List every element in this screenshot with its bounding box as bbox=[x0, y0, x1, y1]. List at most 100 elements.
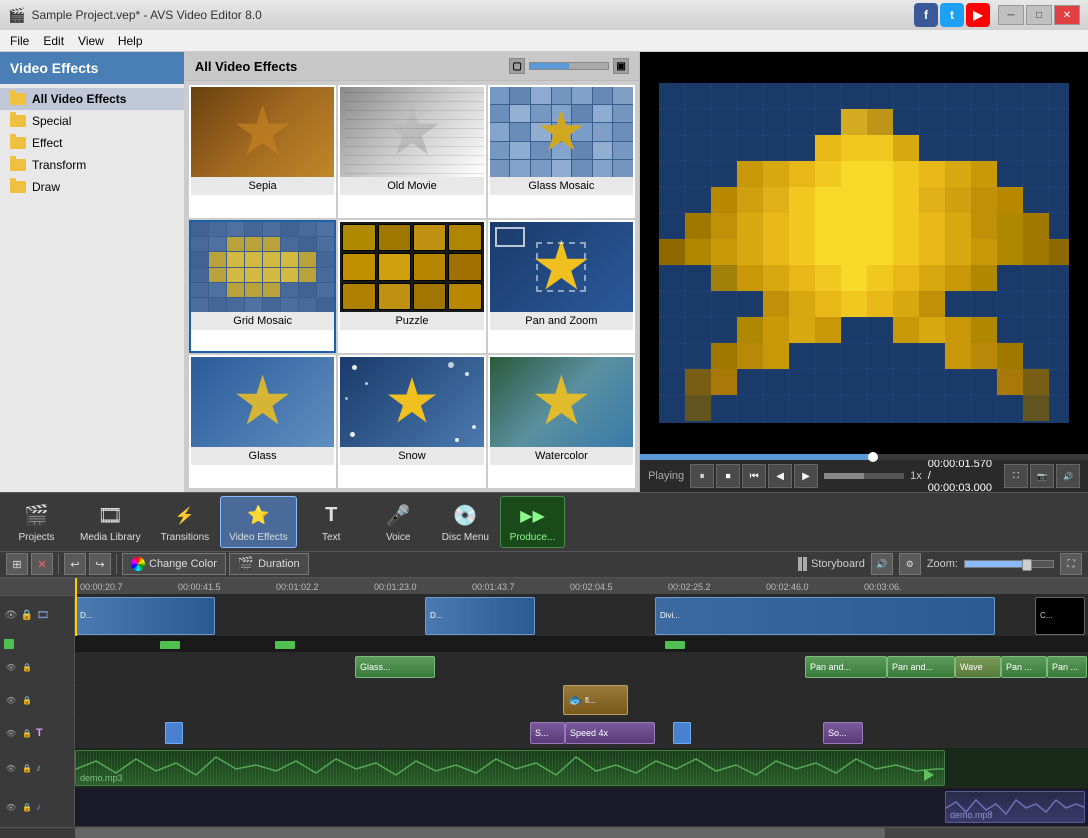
track-lock-btn[interactable]: 🔒 bbox=[20, 609, 34, 623]
tool-voice[interactable]: 🎤 Voice bbox=[366, 496, 431, 548]
playhead[interactable] bbox=[868, 452, 878, 462]
video-clip-2[interactable]: D... bbox=[425, 597, 535, 635]
zoom-small-btn[interactable]: ▢ bbox=[509, 58, 525, 74]
text-lock-btn[interactable]: 🔒 bbox=[20, 726, 34, 740]
volume-btn[interactable]: 🔊 bbox=[1056, 464, 1080, 488]
playback-step-back-btn[interactable]: ◀ bbox=[768, 464, 792, 488]
tool-projects-label: Projects bbox=[18, 532, 54, 543]
video-clip-4[interactable]: C... bbox=[1035, 597, 1085, 635]
time-display: 00:00:01.570 / 00:00:03.000 bbox=[928, 458, 992, 494]
audio-waveform-1[interactable]: demo.mp3 bbox=[75, 750, 945, 786]
video-track-content: D... D... Divi... C... bbox=[75, 594, 1088, 638]
audio-track-2: 👁 🔒 ♪ demo.mp8 bbox=[0, 789, 1088, 827]
timeline-scrollbar[interactable] bbox=[0, 827, 1088, 838]
effect-old-movie[interactable]: Old Movie bbox=[338, 85, 485, 218]
fullscreen-btn[interactable]: ⛶ bbox=[1004, 464, 1028, 488]
playback-prev-btn[interactable]: ⏮ bbox=[742, 464, 766, 488]
text-clip-s[interactable]: S... bbox=[530, 722, 565, 744]
effect-clip-pan4[interactable]: Pan ... bbox=[1047, 656, 1087, 678]
twitter-btn[interactable]: t bbox=[940, 3, 964, 27]
image-lock-btn[interactable]: 🔒 bbox=[20, 693, 34, 707]
tl-grid-btn[interactable]: ⊞ bbox=[6, 553, 28, 575]
sidebar-item-transform[interactable]: Transform bbox=[0, 154, 184, 176]
audio2-eye-btn[interactable]: 👁 bbox=[4, 800, 18, 814]
tl-sep-1 bbox=[58, 554, 59, 574]
playback-pause-btn[interactable]: ⏸ bbox=[690, 464, 714, 488]
effect-glass-mosaic[interactable]: Glass Mosaic bbox=[488, 85, 635, 218]
audio1-lock-btn[interactable]: 🔒 bbox=[20, 761, 34, 775]
sidebar-item-draw[interactable]: Draw bbox=[0, 176, 184, 198]
playback-stop-btn[interactable]: ⏹ bbox=[716, 464, 740, 488]
tool-text[interactable]: T Text bbox=[299, 496, 364, 548]
green-bar-2 bbox=[275, 641, 295, 649]
effect-watercolor[interactable]: Watercolor bbox=[488, 355, 635, 488]
video-clip-3[interactable]: Divi... bbox=[655, 597, 995, 635]
text-clip-speed[interactable]: Speed 4x bbox=[565, 722, 655, 744]
change-color-btn[interactable]: Change Color bbox=[122, 553, 226, 575]
zoom-slider[interactable] bbox=[964, 560, 1054, 568]
track-film-btn[interactable]: 🎞 bbox=[36, 609, 50, 623]
effect-clip-pan3[interactable]: Pan ... bbox=[1001, 656, 1047, 678]
text-eye-btn[interactable]: 👁 bbox=[4, 726, 18, 740]
youtube-btn[interactable]: ▶ bbox=[966, 3, 990, 27]
menu-view[interactable]: View bbox=[72, 32, 110, 50]
playback-step-fwd-btn[interactable]: ▶ bbox=[794, 464, 818, 488]
sidebar-item-effect[interactable]: Effect bbox=[0, 132, 184, 154]
image-clip-fish[interactable]: 🐟 fi... bbox=[563, 685, 628, 715]
minimize-btn[interactable]: ─ bbox=[998, 5, 1024, 25]
tool-disc-menu[interactable]: 💿 Disc Menu bbox=[433, 496, 498, 548]
audio1-eye-btn[interactable]: 👁 bbox=[4, 761, 18, 775]
expand-timeline-btn[interactable]: ⛶ bbox=[1060, 553, 1082, 575]
duration-btn[interactable]: 🎬 Duration bbox=[229, 553, 309, 575]
progress-bar-track[interactable] bbox=[640, 454, 1088, 460]
effect-clip-glass[interactable]: Glass... bbox=[355, 656, 435, 678]
tl-settings-btn[interactable]: ⚙ bbox=[899, 553, 921, 575]
menu-help[interactable]: Help bbox=[112, 32, 149, 50]
tl-redo-btn[interactable]: ↪ bbox=[89, 553, 111, 575]
menu-edit[interactable]: Edit bbox=[37, 32, 70, 50]
effect-snow[interactable]: Snow bbox=[338, 355, 485, 488]
effect-grid-mosaic[interactable]: Grid Mosaic bbox=[189, 220, 336, 353]
effect-sepia[interactable]: Sepia bbox=[189, 85, 336, 218]
text-clip-so[interactable]: So... bbox=[823, 722, 863, 744]
tool-media-library[interactable]: 🎞 Media Library bbox=[71, 496, 150, 548]
audio2-lock-btn[interactable]: 🔒 bbox=[20, 800, 34, 814]
effect-glass[interactable]: Glass bbox=[189, 355, 336, 488]
tl-volume-btn[interactable]: 🔊 bbox=[871, 553, 893, 575]
tl-delete-btn[interactable]: ✕ bbox=[31, 553, 53, 575]
voice-icon: 🎤 bbox=[382, 501, 414, 530]
audio1-icon: ♪ bbox=[36, 763, 41, 774]
sidebar-items: All Video Effects Special Effect Transfo… bbox=[0, 84, 184, 202]
track-eye-btn[interactable]: 👁 bbox=[4, 609, 18, 623]
zoom-label: Zoom: bbox=[927, 558, 958, 570]
facebook-btn[interactable]: f bbox=[914, 3, 938, 27]
zoom-slider[interactable] bbox=[529, 62, 609, 70]
effects-eye-btn[interactable]: 👁 bbox=[4, 660, 18, 674]
effect-clip-wave[interactable]: Wave bbox=[955, 656, 1001, 678]
menu-file[interactable]: File bbox=[4, 32, 35, 50]
effect-pan-zoom[interactable]: Pan and Zoom bbox=[488, 220, 635, 353]
effect-puzzle[interactable]: Puzzle bbox=[338, 220, 485, 353]
audio-track-1-content: demo.mp3 bbox=[75, 748, 1088, 788]
toolbar: 🎬 Projects 🎞 Media Library ⚡ Transitions… bbox=[0, 492, 1088, 552]
close-btn[interactable]: ✕ bbox=[1054, 5, 1080, 25]
effect-clip-pan2[interactable]: Pan and... bbox=[887, 656, 955, 678]
tool-transitions[interactable]: ⚡ Transitions bbox=[152, 496, 219, 548]
video-clip-1[interactable]: D... bbox=[75, 597, 215, 635]
speed-slider[interactable] bbox=[824, 473, 904, 479]
playing-label: Playing bbox=[648, 470, 684, 482]
maximize-btn[interactable]: □ bbox=[1026, 5, 1052, 25]
zoom-large-btn[interactable]: ▣ bbox=[613, 58, 629, 74]
sidebar-item-special[interactable]: Special bbox=[0, 110, 184, 132]
storyboard-toggle[interactable]: Storyboard bbox=[798, 557, 865, 571]
tool-produce[interactable]: ▶▶ Produce... bbox=[500, 496, 565, 548]
tool-projects[interactable]: 🎬 Projects bbox=[4, 496, 69, 548]
tool-video-effects[interactable]: ⭐ Video Effects bbox=[220, 496, 297, 548]
image-eye-btn[interactable]: 👁 bbox=[4, 693, 18, 707]
effects-lock-btn[interactable]: 🔒 bbox=[20, 660, 34, 674]
audio-waveform-2[interactable]: demo.mp8 bbox=[945, 791, 1085, 823]
tl-undo-btn[interactable]: ↩ bbox=[64, 553, 86, 575]
sidebar-item-all-effects[interactable]: All Video Effects bbox=[0, 88, 184, 110]
effect-clip-pan1[interactable]: Pan and... bbox=[805, 656, 887, 678]
snapshot-btn[interactable]: 📷 bbox=[1030, 464, 1054, 488]
